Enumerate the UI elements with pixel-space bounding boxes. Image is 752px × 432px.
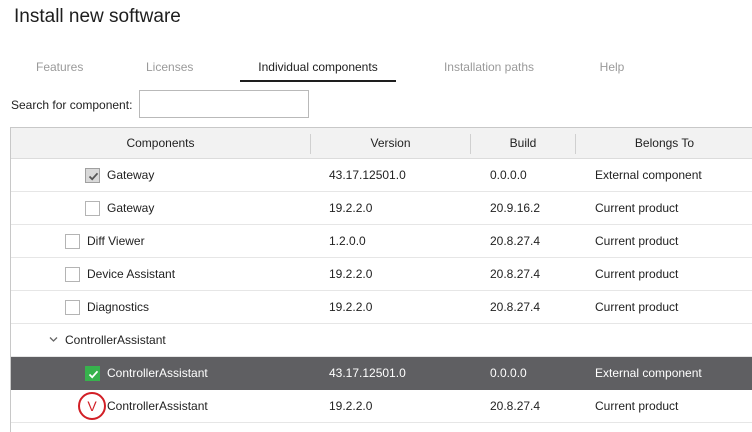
table-row[interactable]: Gateway 19.2.2.0 20.9.16.2 Current produ… [11,192,752,225]
checkbox-unchecked[interactable] [65,300,80,315]
annotation-mark: V [78,392,106,420]
checkmark-icon [88,370,99,379]
component-version: 19.2.2.0 [329,300,373,314]
component-belongs-to: External component [595,168,702,182]
component-name: Gateway [107,201,155,215]
checkbox-unchecked[interactable] [65,234,80,249]
component-build: 20.8.27.4 [490,234,541,248]
table-row[interactable]: Gateway 43.17.12501.0 0.0.0.0 External c… [11,159,752,192]
chevron-down-icon[interactable] [49,335,58,344]
component-belongs-to: External component [595,366,702,380]
search-input[interactable] [139,90,309,118]
table-row[interactable]: Device Assistant 19.2.2.0 20.8.27.4 Curr… [11,258,752,291]
component-build: 20.9.16.2 [490,201,541,215]
component-build: 20.8.27.4 [490,267,541,281]
component-name: Device Assistant [87,267,176,281]
column-header-build[interactable]: Build [471,128,575,159]
component-belongs-to: Current product [595,399,679,413]
component-version: 1.2.0.0 [329,234,366,248]
component-build: 0.0.0.0 [490,168,527,182]
checkbox-unchecked[interactable] [85,201,100,216]
component-belongs-to: Current product [595,234,679,248]
component-name: ControllerAssistant [107,399,208,413]
table-row-selected[interactable]: ControllerAssistant 43.17.12501.0 0.0.0.… [11,357,752,390]
component-name: Diff Viewer [87,234,145,248]
table-row[interactable]: V ControllerAssistant 19.2.2.0 20.8.27.4… [11,390,752,423]
component-build: 20.8.27.4 [490,300,541,314]
grid-header: Components Version Build Belongs To [11,128,752,159]
components-grid: Components Version Build Belongs To Gate… [10,127,752,432]
checkbox-unchecked[interactable] [65,267,80,282]
component-name: Diagnostics [87,300,150,314]
checkbox-checked[interactable] [85,366,100,381]
component-belongs-to: Current product [595,201,679,215]
component-version: 43.17.12501.0 [329,168,406,182]
component-version: 43.17.12501.0 [329,366,406,380]
component-name: ControllerAssistant [107,366,208,380]
group-name: ControllerAssistant [65,333,166,347]
checkmark-icon [88,172,99,181]
component-version: 19.2.2.0 [329,267,373,281]
component-version: 19.2.2.0 [329,201,373,215]
search-label: Search for component: [11,98,133,112]
tab-individual-components[interactable]: Individual components [240,58,396,82]
tab-help[interactable]: Help [597,58,627,82]
component-build: 20.8.27.4 [490,399,541,413]
column-header-version[interactable]: Version [311,128,470,159]
tab-features[interactable]: Features [36,58,83,82]
window-title: Install new software [14,6,181,27]
column-header-components[interactable]: Components [11,128,310,159]
component-version: 19.2.2.0 [329,399,373,413]
component-name: Gateway [107,168,155,182]
column-header-belongs-to[interactable]: Belongs To [576,128,752,159]
tab-bar: Features Licenses Individual components … [0,58,752,82]
group-row[interactable]: ControllerAssistant [11,324,752,357]
component-belongs-to: Current product [595,267,679,281]
table-row[interactable]: Diagnostics 19.2.2.0 20.8.27.4 Current p… [11,291,752,324]
tab-licenses[interactable]: Licenses [146,58,193,82]
component-belongs-to: Current product [595,300,679,314]
component-build: 0.0.0.0 [490,366,527,380]
checkbox-checked[interactable] [85,168,100,183]
tab-installation-paths[interactable]: Installation paths [441,58,537,82]
table-row[interactable]: Diff Viewer 1.2.0.0 20.8.27.4 Current pr… [11,225,752,258]
